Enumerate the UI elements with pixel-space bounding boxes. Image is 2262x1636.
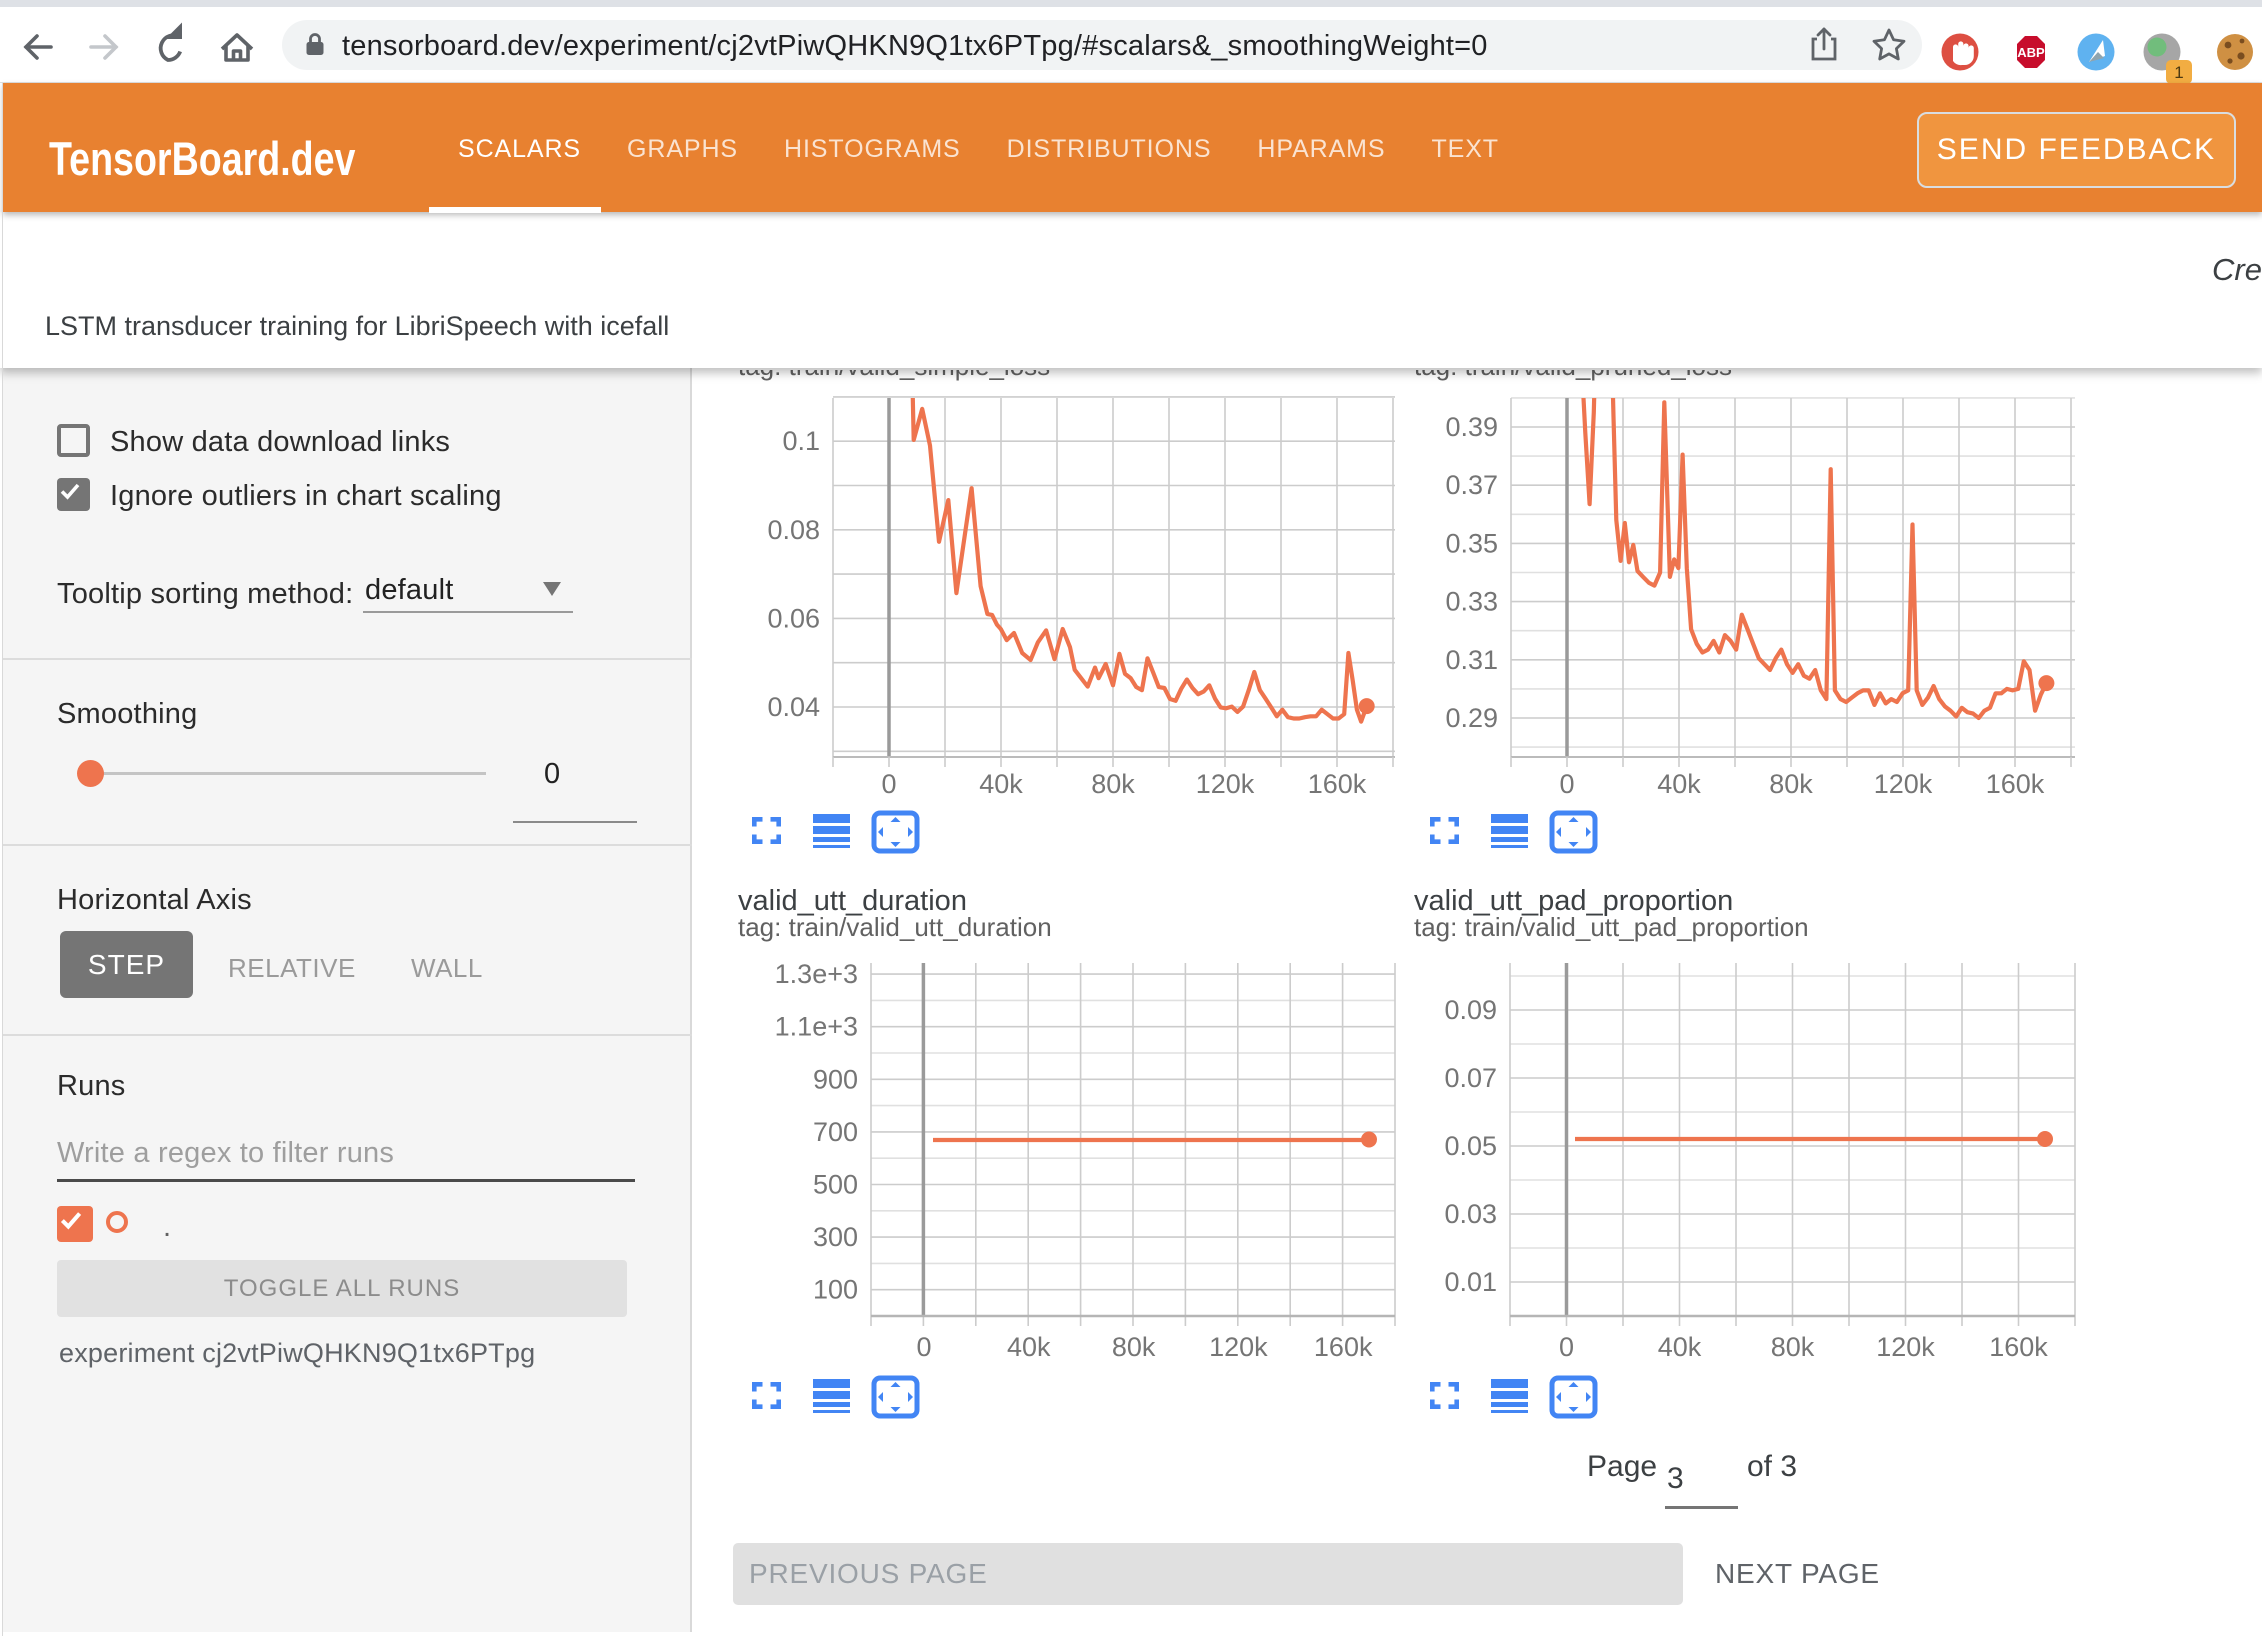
svg-text:0.39: 0.39 [1445, 412, 1498, 442]
svg-text:ABP: ABP [2017, 45, 2045, 60]
svg-text:500: 500 [813, 1170, 858, 1200]
svg-text:120k: 120k [1874, 769, 1933, 799]
svg-text:1.3e+3: 1.3e+3 [775, 959, 858, 989]
svg-text:0.33: 0.33 [1445, 587, 1498, 617]
svg-text:40k: 40k [1007, 1332, 1051, 1362]
svg-text:120k: 120k [1196, 769, 1255, 799]
svg-text:tag: train/valid_pruned_loss: tag: train/valid_pruned_loss [1414, 370, 1732, 381]
svg-text:40k: 40k [1657, 769, 1701, 799]
svg-text:0.1: 0.1 [782, 426, 820, 456]
svg-text:80k: 80k [1769, 769, 1813, 799]
svg-text:0.06: 0.06 [767, 603, 820, 633]
svg-text:0.29: 0.29 [1445, 703, 1498, 733]
svg-text:0.03: 0.03 [1444, 1199, 1497, 1229]
svg-text:160k: 160k [1314, 1332, 1373, 1362]
svg-text:160k: 160k [1308, 769, 1367, 799]
svg-text:160k: 160k [1989, 1332, 2048, 1362]
svg-text:80k: 80k [1771, 1332, 1815, 1362]
svg-text:0.01: 0.01 [1444, 1267, 1497, 1297]
svg-text:1.1e+3: 1.1e+3 [775, 1012, 858, 1042]
svg-text:700: 700 [813, 1117, 858, 1147]
svg-text:100: 100 [813, 1275, 858, 1305]
svg-text:160k: 160k [1986, 769, 2045, 799]
svg-text:120k: 120k [1209, 1332, 1268, 1362]
svg-text:0.04: 0.04 [767, 692, 820, 722]
svg-text:80k: 80k [1112, 1332, 1156, 1362]
svg-text:120k: 120k [1876, 1332, 1935, 1362]
svg-text:40k: 40k [1658, 1332, 1702, 1362]
svg-text:0.37: 0.37 [1445, 470, 1498, 500]
svg-text:0.05: 0.05 [1444, 1131, 1497, 1161]
svg-text:80k: 80k [1091, 769, 1135, 799]
svg-text:1: 1 [2174, 63, 2183, 82]
svg-text:0.09: 0.09 [1444, 995, 1497, 1025]
svg-text:tag: train/valid_utt_duration: tag: train/valid_utt_duration [738, 912, 1052, 942]
svg-text:0: 0 [916, 1332, 931, 1362]
svg-text:0.08: 0.08 [767, 515, 820, 545]
svg-text:0.07: 0.07 [1444, 1063, 1497, 1093]
svg-text:tag: train/valid_simple_loss: tag: train/valid_simple_loss [738, 370, 1050, 381]
svg-text:0.31: 0.31 [1445, 645, 1498, 675]
svg-text:tag: train/valid_utt_pad_propo: tag: train/valid_utt_pad_proportion [1414, 912, 1809, 942]
svg-text:0: 0 [1559, 769, 1574, 799]
svg-text:0.35: 0.35 [1445, 528, 1498, 558]
svg-text:0: 0 [1559, 1332, 1574, 1362]
svg-text:300: 300 [813, 1222, 858, 1252]
svg-text:0: 0 [881, 769, 896, 799]
svg-text:40k: 40k [979, 769, 1023, 799]
svg-text:900: 900 [813, 1064, 858, 1094]
